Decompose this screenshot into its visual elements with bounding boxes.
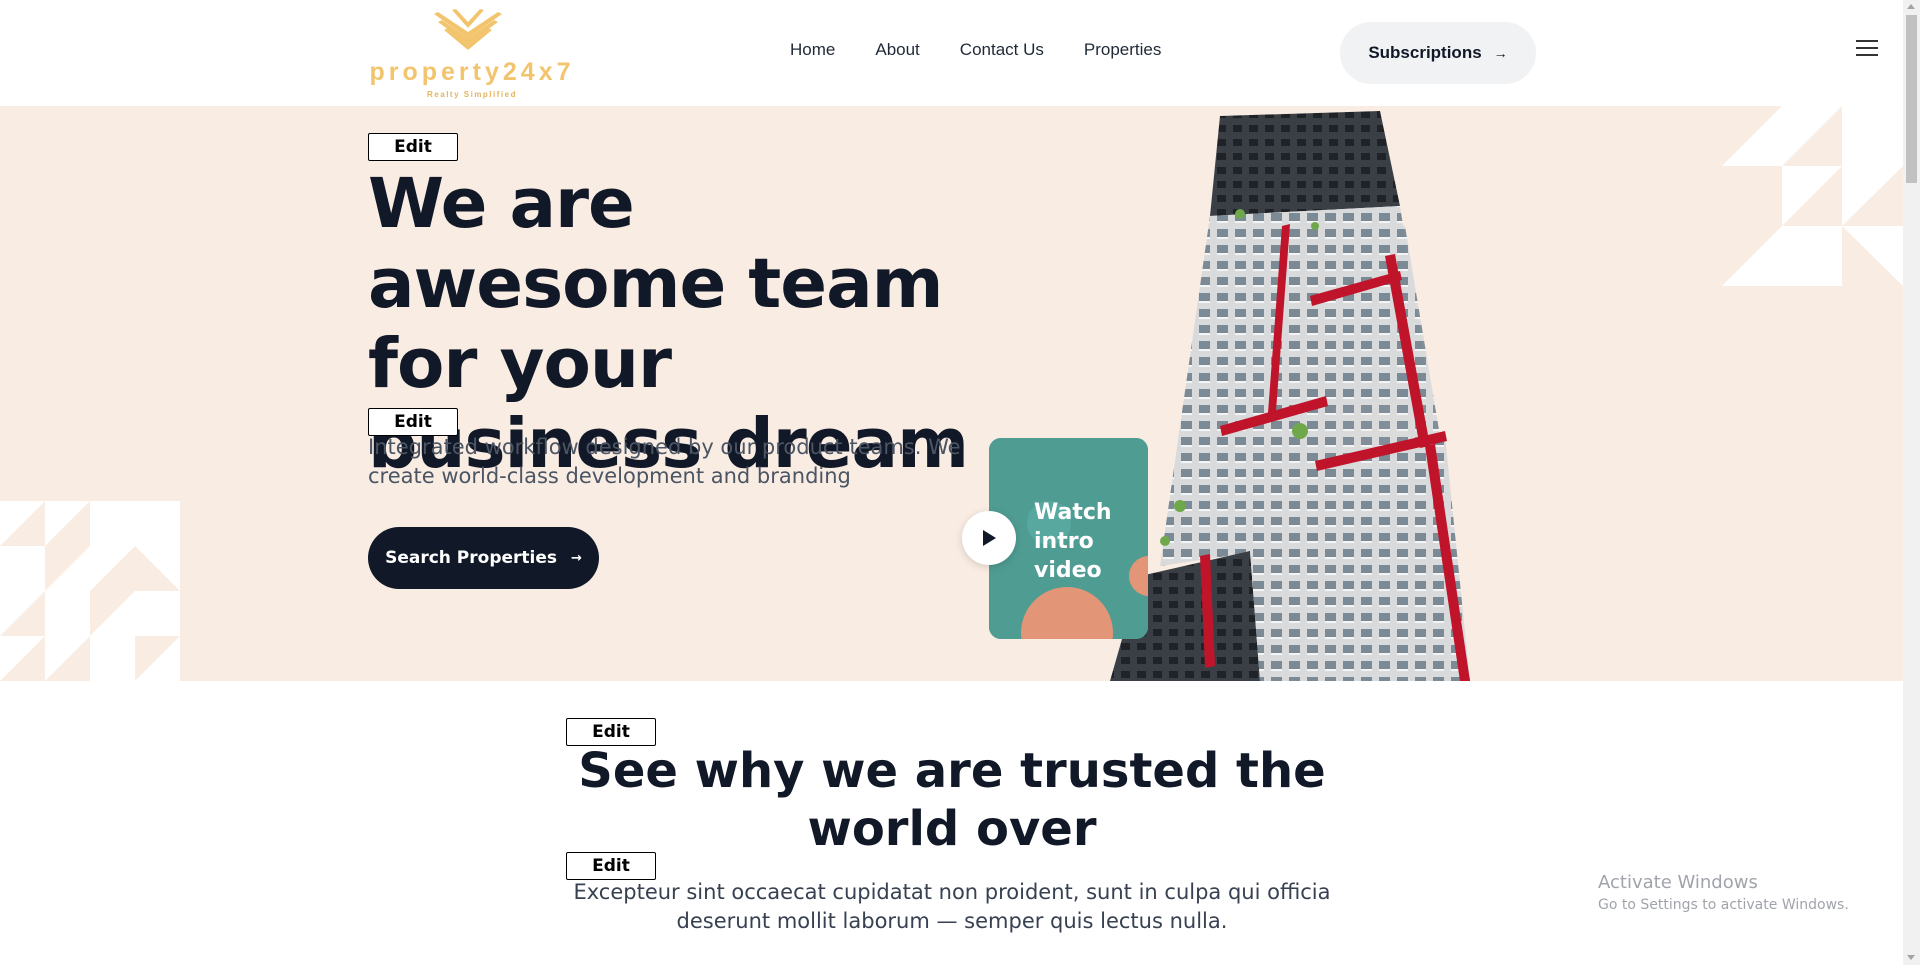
- watch-intro-video-label: Watch intro video: [1034, 500, 1112, 583]
- scroll-down-icon[interactable]: [1907, 955, 1915, 960]
- hero-section: Edit We are awesome team for your busine…: [0, 106, 1903, 681]
- site-header: property24x7 Realty Simplified Home Abou…: [0, 0, 1903, 106]
- arrow-right-icon: →: [571, 550, 582, 566]
- nav-contact-us[interactable]: Contact Us: [960, 40, 1044, 60]
- scroll-thumb[interactable]: [1906, 15, 1917, 183]
- subscriptions-button[interactable]: Subscriptions →: [1340, 22, 1536, 84]
- search-properties-label: Search Properties: [385, 548, 558, 568]
- trusted-title: See why we are trusted the world over: [578, 743, 1326, 857]
- nav-home[interactable]: Home: [790, 40, 835, 60]
- hero-subtitle: Integrated workflow designed by our prod…: [368, 435, 961, 488]
- subscriptions-label: Subscriptions: [1368, 43, 1482, 62]
- main-nav: Home About Contact Us Properties: [790, 40, 1161, 60]
- edit-hero-subtitle-button[interactable]: Edit: [368, 408, 458, 436]
- logo-mark-icon: [434, 9, 502, 50]
- play-video-button[interactable]: [962, 511, 1016, 565]
- logo-text: property24x7: [369, 58, 575, 86]
- logo-tagline: Realty Simplified: [427, 90, 517, 99]
- edit-hero-title-button[interactable]: Edit: [368, 133, 458, 161]
- scroll-up-icon[interactable]: [1907, 4, 1915, 9]
- nav-about[interactable]: About: [875, 40, 919, 60]
- page-scrollbar[interactable]: [1903, 0, 1920, 965]
- trusted-subtitle: Excepteur sint occaecat cupidatat non pr…: [573, 880, 1331, 933]
- search-properties-button[interactable]: Search Properties →: [368, 527, 599, 589]
- arrow-right-icon: →: [1493, 45, 1508, 61]
- decorative-triangles-left: [0, 501, 180, 681]
- activate-windows-hint: Go to Settings to activate Windows.: [1598, 897, 1849, 913]
- nav-properties[interactable]: Properties: [1084, 40, 1161, 60]
- activate-windows-title: Activate Windows: [1598, 872, 1758, 893]
- decorative-triangles-right: [1722, 106, 1903, 286]
- logo[interactable]: property24x7 Realty Simplified: [366, 4, 578, 100]
- edit-trusted-subtitle-button[interactable]: Edit: [566, 852, 656, 880]
- hamburger-menu-icon[interactable]: [1856, 40, 1878, 58]
- play-icon: [983, 530, 996, 546]
